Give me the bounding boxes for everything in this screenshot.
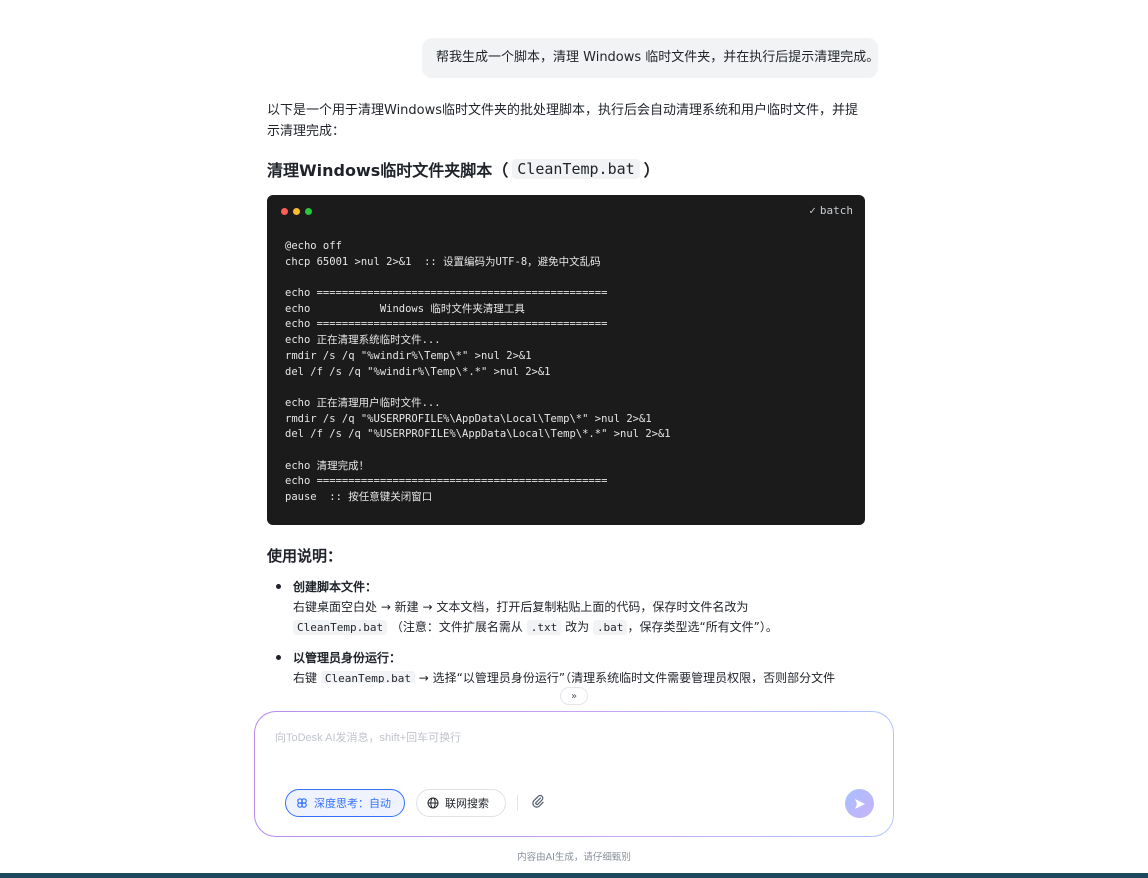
brain-icon <box>297 798 307 808</box>
script-title-suffix: ） <box>643 161 660 180</box>
inline-code: CleanTemp.bat <box>320 671 415 683</box>
send-button[interactable] <box>845 789 874 818</box>
inline-code: CleanTemp.bat <box>293 620 388 635</box>
answer-intro: 以下是一个用于清理Windows临时文件夹的批处理脚本，执行后会自动清理系统和用… <box>267 103 859 139</box>
ai-disclaimer: 内容由AI生成，请仔细甄别 <box>517 852 631 863</box>
globe-icon <box>427 797 439 809</box>
code-block-header: ✓ batch <box>267 195 865 227</box>
script-title-filename: CleanTemp.bat <box>512 159 640 179</box>
usage-item-title: 创建脚本文件： <box>293 580 378 594</box>
answer-viewport[interactable]: 以下是一个用于清理Windows临时文件夹的批处理脚本，执行后会自动清理系统和用… <box>0 0 1148 683</box>
usage-item-run-admin: 以管理员身份运行： 右键 CleanTemp.bat → 选择“以管理员身份运行… <box>267 648 865 683</box>
paperclip-icon[interactable] <box>531 794 545 812</box>
code-line: @echo off <box>285 240 342 252</box>
code-language-label: batch <box>819 204 853 217</box>
code-line: echo ===================================… <box>285 475 608 488</box>
code-language-tag[interactable]: ✓ batch <box>809 204 853 217</box>
usage-item-text: 改为 <box>565 620 590 634</box>
code-line: echo 清理完成！ <box>285 459 370 472</box>
window-dot-green-icon <box>305 208 312 215</box>
code-block: ✓ batch @echo offchcp 65001 >nul 2>&1 ::… <box>267 195 865 525</box>
window-dot-yellow-icon <box>293 208 300 215</box>
usage-item-text: ，保存类型选“所有文件”）。 <box>627 620 778 634</box>
message-input[interactable] <box>275 732 835 744</box>
usage-item-line: 右键桌面空白处 → 新建 → 文本文档，打开后复制粘贴上面的代码，保存时文件名改… <box>293 600 749 614</box>
scroll-to-bottom-button[interactable]: » <box>560 687 588 705</box>
usage-item-text: 右键 <box>293 671 318 683</box>
assistant-answer: 以下是一个用于清理Windows临时文件夹的批处理脚本，执行后会自动清理系统和用… <box>267 100 865 683</box>
usage-title: 使用说明： <box>267 547 343 565</box>
code-line: chcp 65001 >nul 2>&1 :: 设置编码为UTF-8，避免中文乱… <box>285 255 601 268</box>
usage-item-line: 右键 CleanTemp.bat → 选择“以管理员身份运行”（清理系统临时文件… <box>293 668 865 683</box>
window-dot-red-icon <box>281 208 288 215</box>
send-icon <box>854 798 865 809</box>
inline-code: .txt <box>526 620 562 635</box>
message-composer: 深度思考：自动 联网搜索 <box>254 711 894 837</box>
chevron-double-down-icon: » <box>570 690 578 702</box>
code-line: echo ===================================… <box>285 287 608 300</box>
usage-item-text: （注意：文件扩展名需从 <box>390 620 523 634</box>
code-lines: @echo offchcp 65001 >nul 2>&1 :: 设置编码为UT… <box>267 227 865 506</box>
script-title: 清理Windows临时文件夹脚本（ CleanTemp.bat ） <box>267 157 865 181</box>
usage-item-text: → 选择“以管理员身份运行”（清理系统临时文件需要管理员权限，否则部分文件 <box>418 671 836 683</box>
deep-think-label: 深度思考：自动 <box>314 797 391 810</box>
usage-item-title: 以管理员身份运行： <box>293 651 402 665</box>
usage-item-line: CleanTemp.bat （注意：文件扩展名需从 .txt 改为 .bat ，保… <box>293 617 865 638</box>
composer-inner: 深度思考：自动 联网搜索 <box>255 712 893 836</box>
code-line: del /f /s /q "%windir%\Temp\*.*" >nul 2>… <box>285 365 551 378</box>
code-line: rmdir /s /q "%windir%\Temp\*" >nul 2>&1 <box>285 349 532 362</box>
toolbar-divider <box>517 795 518 811</box>
code-line: echo 正在清理用户临时文件... <box>285 396 441 409</box>
inline-code: .bat <box>592 620 628 635</box>
usage-item-create-file: 创建脚本文件： 右键桌面空白处 → 新建 → 文本文档，打开后复制粘贴上面的代码… <box>267 577 865 638</box>
web-search-toggle[interactable]: 联网搜索 <box>416 789 506 817</box>
deep-think-toggle[interactable]: 深度思考：自动 <box>285 789 405 817</box>
usage-list: 创建脚本文件： 右键桌面空白处 → 新建 → 文本文档，打开后复制粘贴上面的代码… <box>267 577 865 683</box>
check-icon: ✓ <box>809 204 816 217</box>
code-line: rmdir /s /q "%USERPROFILE%\AppData\Local… <box>285 412 652 425</box>
bottom-bar <box>0 873 1148 878</box>
code-line: echo ===================================… <box>285 318 608 331</box>
code-line: echo 正在清理系统临时文件... <box>285 334 441 347</box>
script-title-prefix: 清理Windows临时文件夹脚本（ <box>267 161 509 180</box>
web-search-label: 联网搜索 <box>445 797 489 810</box>
code-line: del /f /s /q "%USERPROFILE%\AppData\Loca… <box>285 428 671 441</box>
code-line: echo Windows 临时文件夹清理工具 <box>285 302 525 315</box>
code-line: pause :: 按任意键关闭窗口 <box>285 491 433 503</box>
